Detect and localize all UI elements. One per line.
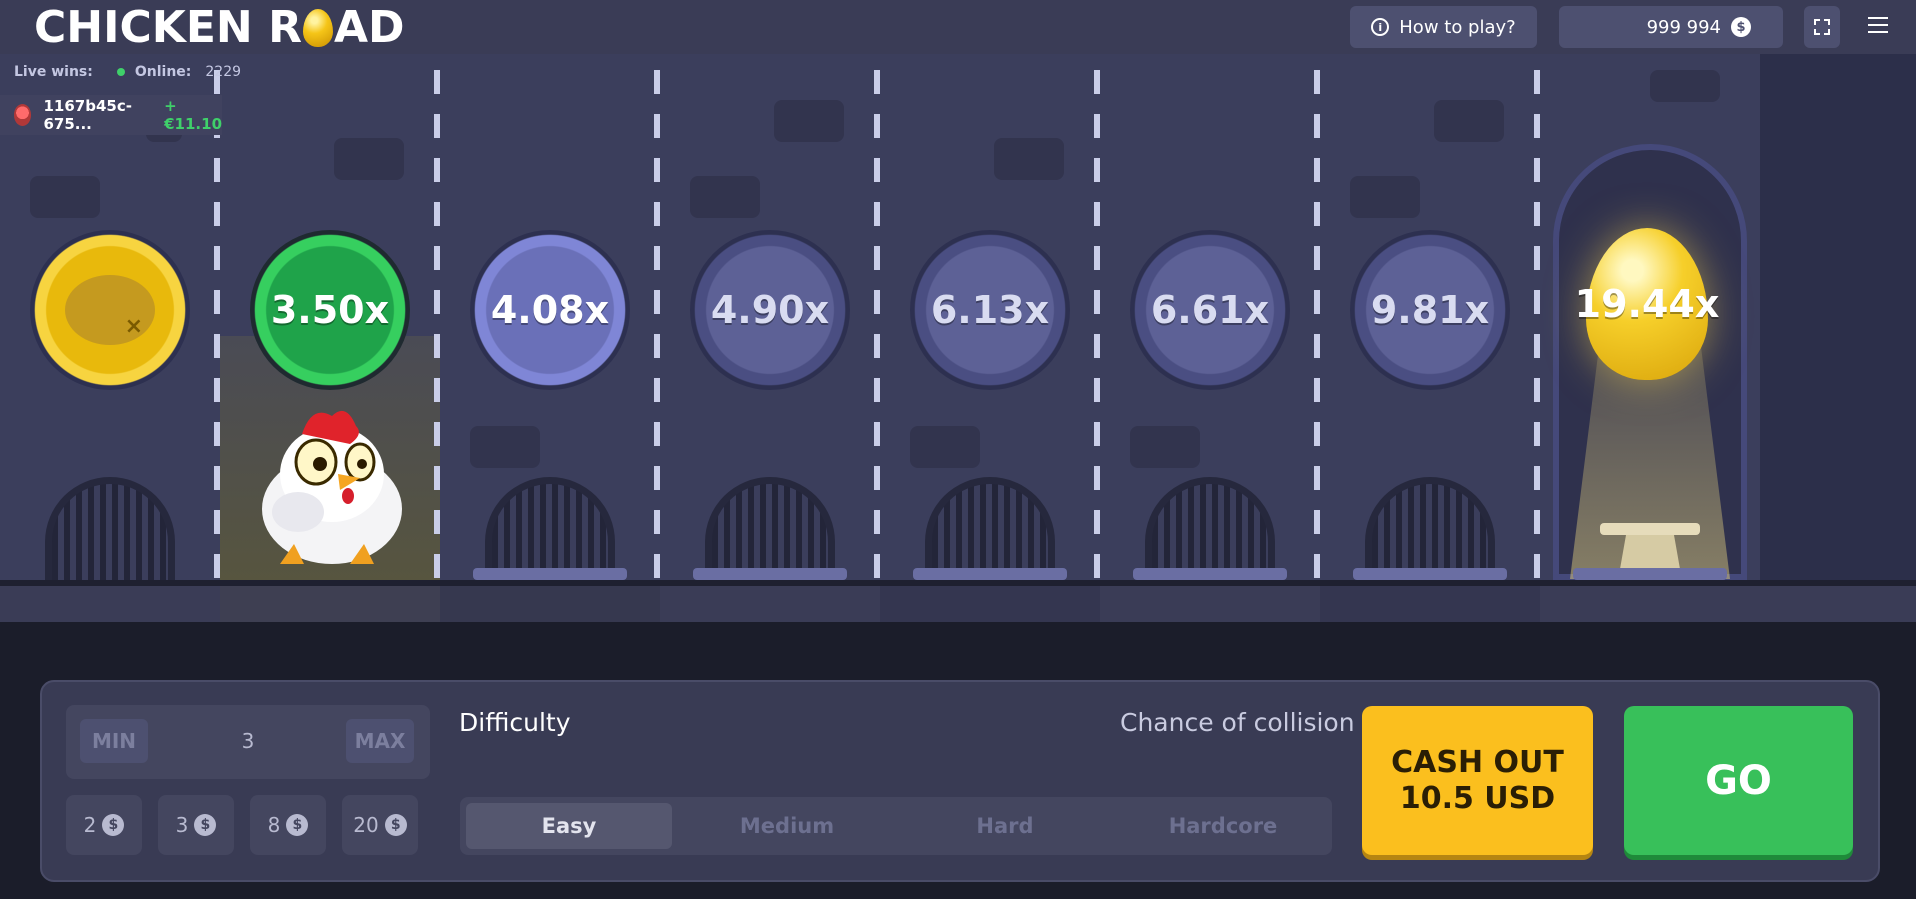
dollar-icon: $ [1731,17,1751,37]
cash-out-button[interactable]: CASH OUT 10.5 USD [1362,706,1593,855]
top-bar: CHICKEN R AD i How to play? 999 994 $ [0,0,1916,54]
fullscreen-icon [1814,19,1830,35]
lane-divider [214,70,220,580]
sidewalk [0,586,1916,622]
wall-brick [994,138,1064,180]
chance-of-collision-title: Chance of collision [1120,708,1355,737]
how-to-play-label: How to play? [1399,16,1516,38]
balance-display: 999 994 $ [1559,6,1783,48]
live-wins-label: Live wins: [14,64,93,80]
sidewalk-segment [220,586,440,622]
difficulty-title: Difficulty [459,708,571,737]
live-wins-bar: Live wins: Online: 2229 [14,64,241,80]
drain-grate [1573,568,1727,580]
wall-brick [910,426,980,468]
egg-pedestal [1600,523,1700,569]
chip-value: 3 [175,813,189,837]
lane-multiplier: 4.08x [490,288,610,332]
quick-bet-chip[interactable]: 8 $ [250,795,326,855]
lane-divider [874,70,880,580]
right-wall [1760,54,1916,580]
roast-chicken-icon [65,275,155,345]
start-coin [30,230,190,390]
difficulty-option-easy[interactable]: Easy [466,803,672,849]
lane-divider [1094,70,1100,580]
how-to-play-button[interactable]: i How to play? [1350,6,1537,48]
online-status-dot [116,68,125,76]
lane-coin-5: 6.61x [1130,230,1290,390]
chicken-icon [262,410,402,564]
online-count: 2229 [205,64,242,80]
game-logo: CHICKEN R AD [34,1,405,53]
fullscreen-button[interactable] [1804,6,1840,48]
lane-coin-6: 9.81x [1350,230,1510,390]
lane-divider [1534,70,1540,580]
menu-button[interactable] [1862,12,1894,42]
logo-text-part2: AD [333,1,405,53]
quick-bet-chip[interactable]: 3 $ [158,795,234,855]
balance-value: 999 994 [1646,16,1721,38]
wall-brick [1350,176,1420,218]
drain-grate [913,568,1067,580]
cash-out-amount: 10.5 USD [1399,780,1556,816]
quick-bet-chip[interactable]: 2 $ [66,795,142,855]
go-button[interactable]: GO [1624,706,1853,855]
sidewalk-segment [440,586,660,622]
finish-multiplier: 19.44x [1574,282,1720,326]
lane-divider [654,70,660,580]
info-icon: i [1371,18,1390,36]
lane-coin-1: 3.50x [250,230,410,390]
cash-out-label: CASH OUT [1391,744,1564,780]
wall-brick [1434,100,1504,142]
wall-brick [774,100,844,142]
avatar [14,104,32,126]
chip-value: 8 [267,813,281,837]
logo-text-part1: CHICKEN R [34,1,302,53]
sidewalk-segment [1320,586,1540,622]
wall-brick [470,426,540,468]
quick-bet-chip[interactable]: 20 $ [342,795,418,855]
lane-coin-4: 6.13x [910,230,1070,390]
lane-divider [434,70,440,580]
logo-egg-icon [302,9,333,47]
lane-coin-3: 4.90x [690,230,850,390]
wall-brick [1650,70,1720,102]
dollar-icon: $ [102,814,125,836]
drain-grate [693,568,847,580]
dollar-icon: $ [194,814,217,836]
min-bet-button[interactable]: MIN [80,719,148,763]
chip-value: 2 [83,813,97,837]
game-root: CHICKEN R AD i How to play? 999 994 $ × … [0,0,1916,899]
dollar-icon: $ [286,814,309,836]
dollar-icon: $ [384,814,407,836]
wall-brick [334,138,404,180]
wall-brick [1130,426,1200,468]
win-amount: +€11.10 [164,97,223,133]
lane-coin-2[interactable]: 4.08x [470,230,630,390]
difficulty-selector: Easy Medium Hard Hardcore [460,797,1332,855]
bet-amount-input[interactable]: 3 [216,719,280,763]
online-label: Online: [134,64,192,80]
difficulty-option-medium[interactable]: Medium [684,803,890,849]
lane-multiplier: 6.61x [1150,288,1270,332]
chip-value: 20 [353,813,379,837]
lane-multiplier: 4.90x [710,288,830,332]
win-username: 1167b45c-675... [43,97,132,133]
drain-grate [1353,568,1507,580]
wall-brick [690,176,760,218]
difficulty-option-hardcore[interactable]: Hardcore [1120,803,1326,849]
lane-multiplier: 6.13x [930,288,1050,332]
wall-brick [30,176,100,218]
drain-grate [473,568,627,580]
sidewalk-segment [880,586,1100,622]
bet-amount-box: MIN 3 MAX [66,705,430,779]
max-bet-button[interactable]: MAX [346,719,414,763]
difficulty-option-hard[interactable]: Hard [902,803,1108,849]
lane-divider [1314,70,1320,580]
lane-multiplier: 9.81x [1370,288,1490,332]
live-win-entry: 1167b45c-675... +€11.10 [0,95,222,135]
drain-grate [1133,568,1287,580]
lane-multiplier: 3.50x [270,288,390,332]
